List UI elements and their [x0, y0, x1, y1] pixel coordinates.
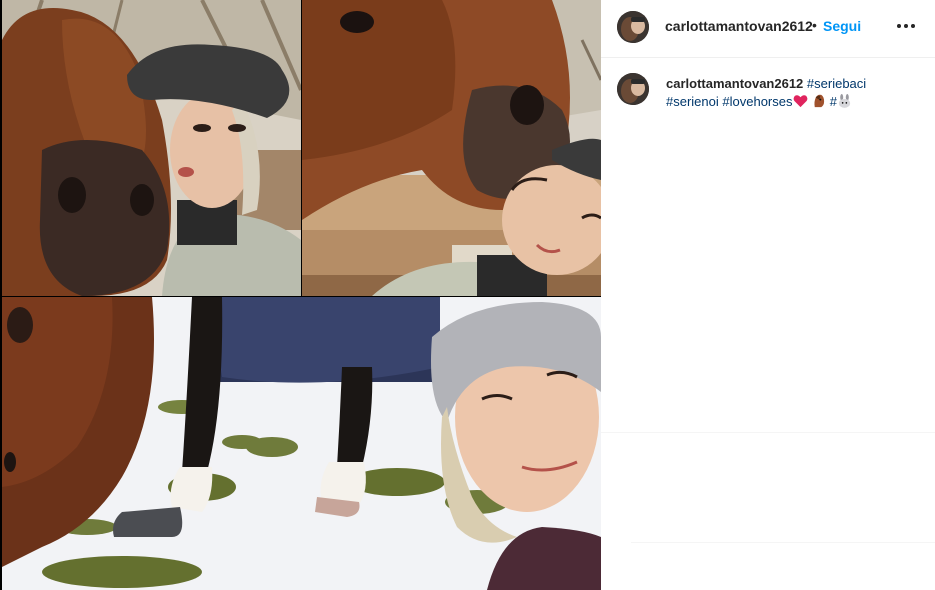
- caption-avatar[interactable]: [617, 73, 649, 105]
- caption-text: carlottamantovan2612 #seriebaci #serieno…: [666, 75, 916, 111]
- hashtag-link[interactable]: #lovehorses: [722, 94, 792, 109]
- post-header: carlottamantovan2612 • Segui: [601, 0, 935, 58]
- photo-horse-in-snow-selfie: [2, 297, 601, 590]
- hashtag-link[interactable]: #serienoi: [666, 94, 719, 109]
- separator-dot: •: [812, 17, 817, 33]
- avatar[interactable]: [617, 11, 649, 43]
- horse-face-emoji: [814, 94, 825, 108]
- divider: [601, 432, 935, 433]
- caption-username-link[interactable]: carlottamantovan2612: [666, 76, 803, 91]
- hashtag-link[interactable]: #seriebaci: [807, 76, 866, 91]
- follow-button[interactable]: Segui: [823, 18, 861, 34]
- rabbit-emoji: [838, 94, 851, 108]
- post-details-panel: carlottamantovan2612 • Segui carlottaman…: [601, 0, 935, 590]
- photo-horse-nuzzling-woman: [302, 0, 601, 296]
- username-link[interactable]: carlottamantovan2612: [665, 18, 813, 34]
- more-horizontal-icon[interactable]: [897, 24, 917, 30]
- hashtag-link[interactable]: #: [830, 94, 837, 109]
- photo-horse-and-woman-in-cap: [2, 0, 301, 296]
- red-heart-emoji: [793, 95, 807, 108]
- post-media[interactable]: [0, 0, 601, 590]
- divider: [631, 542, 935, 543]
